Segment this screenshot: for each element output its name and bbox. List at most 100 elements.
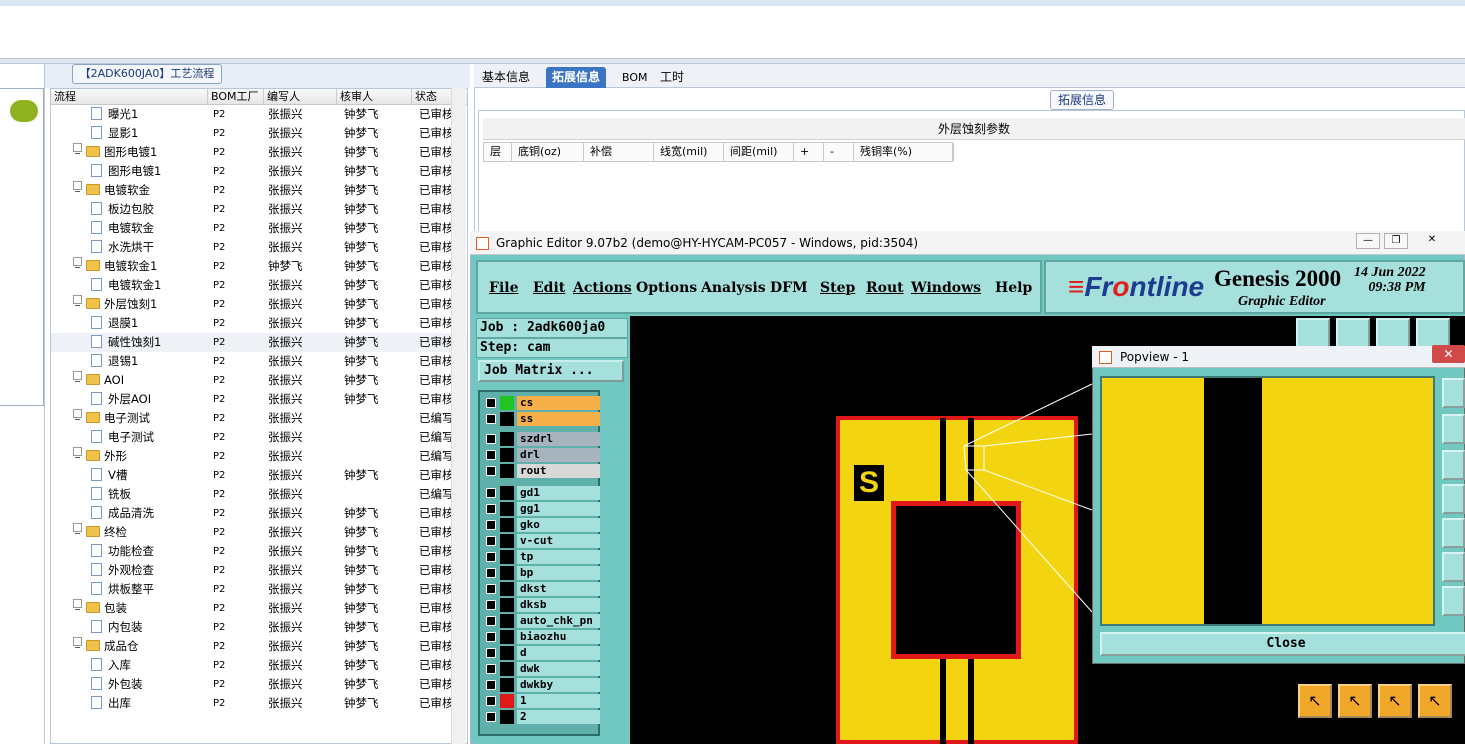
tool-save-icon[interactable] [1336,318,1370,348]
collapse-icon[interactable]: − [73,371,82,386]
menu-actions[interactable]: Actions [573,280,632,296]
layer-color-swatch[interactable] [500,662,514,676]
tree-row[interactable]: 水洗烘干 P2 张振兴 钟梦飞 已审核 [51,238,467,257]
layer-row[interactable]: 1 [482,694,600,708]
layer-checkbox[interactable] [486,712,496,722]
menu-dfm[interactable]: DFM [770,280,808,296]
layer-row[interactable]: biaozhu [482,630,600,644]
layer-checkbox[interactable] [486,504,496,514]
layer-color-swatch[interactable] [500,464,514,478]
layer-checkbox[interactable] [486,552,496,562]
menu-analysis[interactable]: Analysis [701,280,766,296]
menu-edit[interactable]: Edit [533,280,565,296]
layer-row[interactable]: 2 [482,710,600,724]
layer-checkbox[interactable] [486,536,496,546]
route-pointer-icon[interactable]: ↖ [1418,684,1452,718]
layer-checkbox[interactable] [486,466,496,476]
collapse-icon[interactable]: − [73,143,82,158]
tab-extended-info[interactable]: 拓展信息 [546,67,607,88]
layer-checkbox[interactable] [486,680,496,690]
layer-name[interactable]: dksb [517,598,600,612]
tree-row[interactable]: 电子测试 P2 张振兴 已编写 [51,428,467,447]
layer-color-swatch[interactable] [500,534,514,548]
layer-color-swatch[interactable] [500,486,514,500]
center-icon[interactable] [1442,586,1465,616]
layer-name[interactable]: drl [517,448,600,462]
tree-row[interactable]: 曝光1 P2 张振兴 钟梦飞 已审核 [51,105,467,124]
menu-windows[interactable]: Windows [911,280,981,296]
popview-close-icon[interactable]: ✕ [1432,345,1465,363]
layer-row[interactable]: rout [482,464,600,478]
layer-color-swatch[interactable] [500,710,514,724]
minimize-button[interactable]: — [1356,233,1380,249]
collapse-icon[interactable]: − [73,447,82,462]
tree-row[interactable]: − 电子测试 P2 张振兴 已编写 [51,409,467,428]
col-bom[interactable]: BOM工厂 [208,89,264,105]
zoom-in-icon[interactable] [1442,378,1465,408]
tree-row[interactable]: 成品清洗 P2 张振兴 钟梦飞 已审核 [51,504,467,523]
select-pointer-icon[interactable]: ↖ [1338,684,1372,718]
layer-row[interactable]: drl [482,448,600,462]
layer-name[interactable]: bp [517,566,600,580]
restore-button[interactable]: ❐ [1384,233,1408,249]
collapse-icon[interactable]: − [73,409,82,424]
tree-row[interactable]: 入库 P2 张振兴 钟梦飞 已审核 [51,656,467,675]
tree-row[interactable]: 退锡1 P2 张振兴 钟梦飞 已审核 [51,352,467,371]
collapse-icon[interactable]: − [73,295,82,310]
layer-row[interactable]: dwkby [482,678,600,692]
job-matrix-button[interactable]: Job Matrix ... [478,360,624,382]
layer-color-swatch[interactable] [500,518,514,532]
tab-basic-info[interactable]: 基本信息 [476,67,536,88]
tree-row[interactable]: − 图形电镀1 P2 张振兴 钟梦飞 已审核 [51,143,467,162]
layer-checkbox[interactable] [486,696,496,706]
layer-checkbox[interactable] [486,398,496,408]
layer-color-swatch[interactable] [500,396,514,410]
layer-checkbox[interactable] [486,520,496,530]
tree-row[interactable]: 内包装 P2 张振兴 钟梦飞 已审核 [51,618,467,637]
layer-name[interactable]: cs [517,396,600,410]
fit-icon[interactable] [1442,552,1465,582]
layer-checkbox[interactable] [486,568,496,578]
layer-checkbox[interactable] [486,414,496,424]
layer-checkbox[interactable] [486,584,496,594]
tree-row[interactable]: − 电镀软金1 P2 钟梦飞 钟梦飞 已审核 [51,257,467,276]
layer-row[interactable]: v-cut [482,534,600,548]
close-window-button[interactable]: ✕ [1420,233,1444,249]
layer-name[interactable]: biaozhu [517,630,600,644]
chat-bubble-icon[interactable] [10,100,38,122]
tree-row[interactable]: − 终检 P2 张振兴 钟梦飞 已审核 [51,523,467,542]
layer-color-swatch[interactable] [500,614,514,628]
col-layer[interactable]: 层 [484,143,512,161]
layer-name[interactable]: dwkby [517,678,600,692]
col-spacing[interactable]: 间距(mil) [724,143,794,161]
tab-bom[interactable]: BOM [616,67,654,88]
pan-left-icon[interactable] [1442,484,1465,514]
tool-window-icon[interactable] [1416,318,1450,348]
tree-row[interactable]: − 电镀软金 P2 张振兴 钟梦飞 已审核 [51,181,467,200]
menu-help[interactable]: Help [995,280,1032,296]
col-plus[interactable]: + [794,143,824,161]
tool-home-icon[interactable] [1376,318,1410,348]
col-compensation[interactable]: 补偿 [584,143,654,161]
layer-row[interactable]: gd1 [482,486,600,500]
layer-checkbox[interactable] [486,434,496,444]
collapse-icon[interactable]: − [73,523,82,538]
layer-row[interactable]: dksb [482,598,600,612]
layer-name[interactable]: gg1 [517,502,600,516]
tree-row[interactable]: V槽 P2 张振兴 钟梦飞 已审核 [51,466,467,485]
layer-color-swatch[interactable] [500,566,514,580]
layer-name[interactable]: ss [517,412,600,426]
tree-row[interactable]: 显影1 P2 张振兴 钟梦飞 已审核 [51,124,467,143]
tab-work-hours[interactable]: 工时 [654,67,690,88]
menu-options[interactable]: Options [636,280,697,296]
layer-checkbox[interactable] [486,488,496,498]
collapse-icon[interactable]: − [73,637,82,652]
layer-checkbox[interactable] [486,600,496,610]
pan-down-icon[interactable] [1442,450,1465,480]
layer-name[interactable]: tp [517,550,600,564]
layer-name[interactable]: auto_chk_pn [517,614,600,628]
layer-checkbox[interactable] [486,664,496,674]
tree-row[interactable]: 图形电镀1 P2 张振兴 钟梦飞 已审核 [51,162,467,181]
tree-row[interactable]: 外观检查 P2 张振兴 钟梦飞 已审核 [51,561,467,580]
menu-rout[interactable]: Rout [866,280,904,296]
